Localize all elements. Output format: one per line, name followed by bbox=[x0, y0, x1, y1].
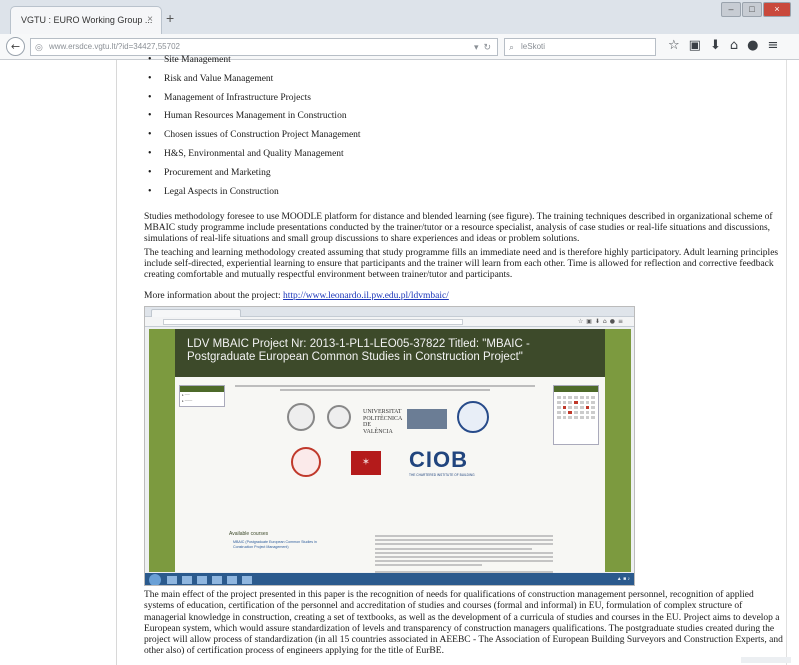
course-list: Site Management Risk and Value Managemen… bbox=[144, 54, 544, 204]
bookmarks-list-icon[interactable]: ▣ bbox=[689, 38, 701, 53]
download-icon[interactable]: ⬇ bbox=[710, 38, 721, 53]
embedded-taskbar: ▲ ■ ♪ bbox=[145, 573, 634, 585]
watermark bbox=[741, 657, 791, 663]
embedded-nav-bar: ☆▣⬇⌂●≡ bbox=[145, 317, 634, 327]
list-item: Procurement and Marketing bbox=[144, 167, 544, 186]
minimize-button[interactable]: – bbox=[721, 2, 741, 17]
methodology-paragraph: Studies methodology foresee to use MOODL… bbox=[144, 212, 773, 244]
site-notice bbox=[235, 385, 535, 393]
chat-icon[interactable]: ● bbox=[747, 38, 758, 53]
browser-tab-bar: VGTU : EURO Working Group ... × + – □ × bbox=[0, 0, 799, 34]
left-divider bbox=[116, 60, 117, 665]
project-site-title: LDV MBAIC Project Nr: 2013-1-PL1-LEO05-3… bbox=[187, 338, 530, 363]
project-site-header: LDV MBAIC Project Nr: 2013-1-PL1-LEO05-3… bbox=[175, 329, 605, 377]
url-text: www.ersdce.vgtu.lt/?id=34427,55702 bbox=[49, 42, 180, 51]
maximize-button[interactable]: □ bbox=[742, 2, 762, 17]
upv-logo: UNIVERSITAT POLITÈCNICA DE VALÈNCIA bbox=[327, 405, 402, 435]
partner-seal-logo bbox=[287, 403, 315, 431]
close-tab-icon[interactable]: × bbox=[147, 14, 153, 25]
more-info: More information about the project: http… bbox=[144, 290, 449, 302]
red-partner-logo: ✶ bbox=[351, 451, 381, 475]
list-item: Chosen issues of Construction Project Ma… bbox=[144, 129, 544, 148]
list-item: Legal Aspects in Construction bbox=[144, 186, 544, 205]
globe-icon: ◎ bbox=[35, 42, 43, 52]
available-courses-heading: Available courses bbox=[229, 531, 269, 537]
university-seal-logo bbox=[457, 401, 489, 433]
list-item: Site Management bbox=[144, 54, 544, 73]
list-item: Risk and Value Management bbox=[144, 73, 544, 92]
browser-tab[interactable]: VGTU : EURO Working Group ... × bbox=[10, 6, 162, 34]
project-site-body: ▸ ── ▸ ─── UNIVERSITAT POLITÈCNICA DE VA… bbox=[175, 377, 605, 585]
calendar-block bbox=[553, 385, 599, 445]
project-site: LDV MBAIC Project Nr: 2013-1-PL1-LEO05-3… bbox=[149, 329, 631, 585]
course-link: MBAIC (Postgraduate European Common Stud… bbox=[233, 540, 317, 549]
main-effect-paragraph: The main effect of the project presented… bbox=[144, 590, 783, 657]
project-link[interactable]: http://www.leonardo.il.pw.edu.pl/ldvmbai… bbox=[283, 291, 449, 301]
close-window-button[interactable]: × bbox=[763, 2, 791, 17]
start-icon bbox=[149, 574, 161, 585]
window-controls: – □ × bbox=[721, 2, 791, 18]
page: Site Management Risk and Value Managemen… bbox=[0, 54, 799, 665]
navigation-block: ▸ ── ▸ ─── bbox=[179, 385, 225, 407]
menu-icon[interactable]: ≡ bbox=[767, 38, 778, 53]
home-icon[interactable]: ⌂ bbox=[730, 38, 738, 53]
embedded-tab-bar bbox=[145, 307, 634, 317]
browser-tab-title: VGTU : EURO Working Group ... bbox=[21, 15, 153, 25]
right-divider bbox=[786, 60, 787, 665]
embedded-screenshot: ☆▣⬇⌂●≡ LDV MBAIC Project Nr: 2013-1-PL1-… bbox=[144, 306, 635, 586]
teaching-paragraph: The teaching and learning methodology cr… bbox=[144, 248, 779, 280]
list-item: Management of Infrastructure Projects bbox=[144, 92, 544, 111]
taskbar-pins bbox=[167, 576, 252, 584]
embedded-tab bbox=[151, 309, 241, 317]
embedded-url-bar bbox=[163, 319, 463, 325]
list-item: H&S, Environmental and Quality Managemen… bbox=[144, 148, 544, 167]
embedded-toolbar-icons: ☆▣⬇⌂●≡ bbox=[577, 318, 626, 325]
ntnu-logo bbox=[407, 409, 447, 429]
more-info-label: More information about the project: bbox=[144, 291, 281, 301]
toolbar-icons: ☆ ▣ ⬇ ⌂ ● ≡ bbox=[668, 38, 778, 53]
bookmark-star-icon[interactable]: ☆ bbox=[668, 38, 680, 53]
partner-emblem-logo bbox=[291, 447, 321, 477]
search-placeholder: leSkoti bbox=[521, 42, 546, 51]
new-tab-button[interactable]: + bbox=[166, 10, 174, 26]
list-item: Human Resources Management in Constructi… bbox=[144, 110, 544, 129]
ciob-logo: CIOB THE CHARTERED INSTITUTE OF BUILDING bbox=[409, 447, 475, 477]
reload-icon[interactable]: ▾ ↻ bbox=[474, 39, 491, 55]
back-arrow-icon[interactable]: ← bbox=[6, 37, 25, 56]
system-tray: ▲ ■ ♪ bbox=[616, 576, 630, 582]
search-icon: ⌕ bbox=[509, 42, 515, 52]
